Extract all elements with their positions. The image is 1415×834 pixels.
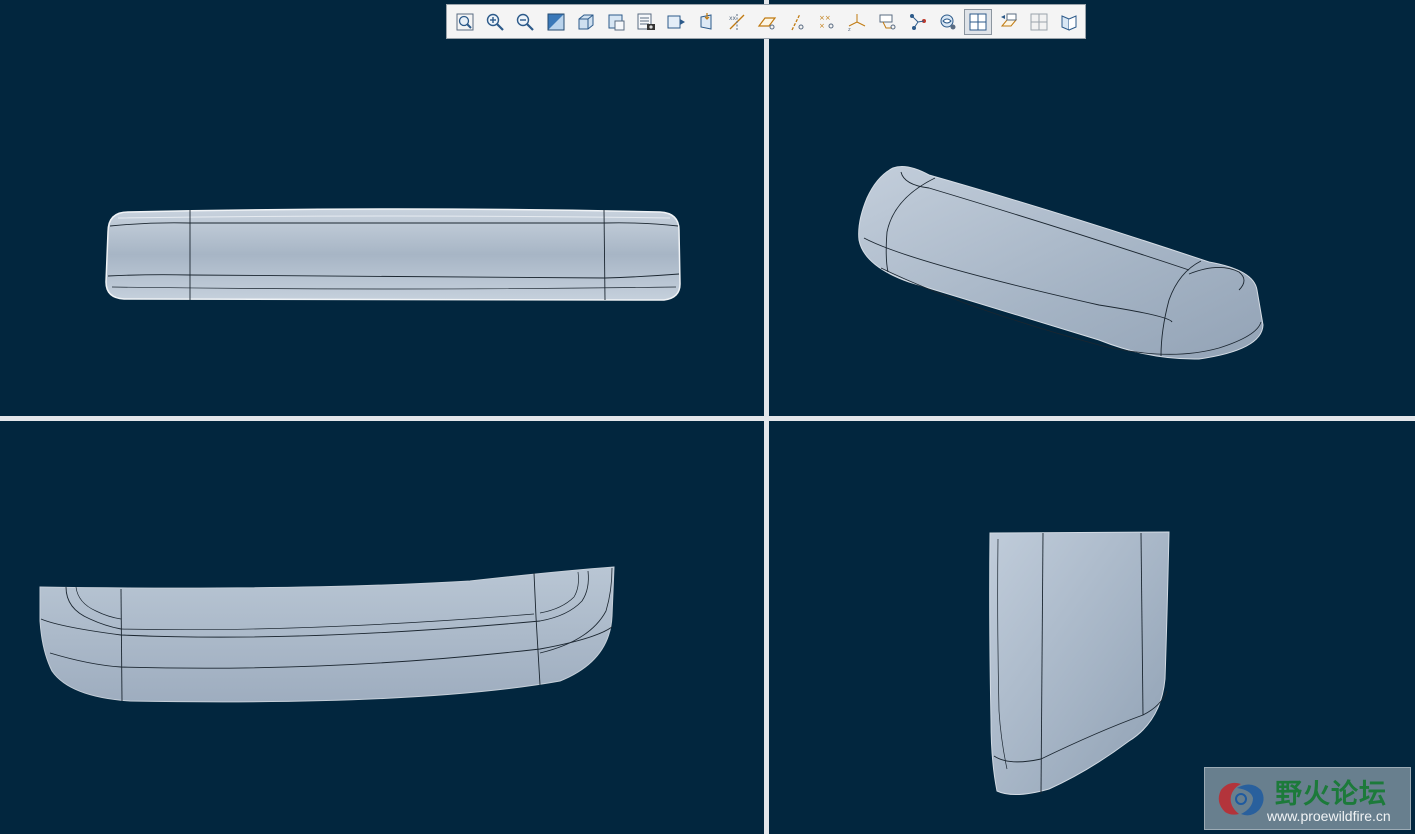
- display-style-button[interactable]: [572, 9, 600, 35]
- view-visibility-button[interactable]: [934, 9, 962, 35]
- annotation-display-icon: [879, 14, 896, 29]
- annotation-display-button[interactable]: [874, 9, 902, 35]
- multi-viewport-icon: [969, 13, 987, 30]
- section-view-icon: [1061, 14, 1077, 31]
- section-view-button[interactable]: [1055, 9, 1083, 35]
- svg-text:xx: xx: [729, 15, 737, 22]
- watermark-logo-icon: [1218, 782, 1264, 816]
- forum-watermark: 野火论坛 www.proewildfire.cn: [1204, 767, 1411, 830]
- saved-orientations-button[interactable]: [602, 9, 630, 35]
- datum-display-icon: xx: [729, 13, 745, 30]
- csys-display-button[interactable]: z: [843, 9, 871, 35]
- watermark-url: www.proewildfire.cn: [1267, 808, 1391, 824]
- perspective-button[interactable]: [693, 9, 721, 35]
- axis-display-icon: [791, 13, 804, 30]
- datum-display-button[interactable]: xx: [723, 9, 751, 35]
- spin-center-button[interactable]: [904, 9, 932, 35]
- flip-view-icon: [1001, 13, 1018, 26]
- multi-viewport-button[interactable]: [964, 8, 993, 35]
- point-display-icon: ×××: [819, 14, 834, 30]
- zoom-out-button[interactable]: [511, 9, 539, 35]
- model-view-top: [39, 566, 615, 703]
- model-view-front: [105, 208, 681, 301]
- refit-button[interactable]: [451, 9, 479, 35]
- repaint-icon: [547, 13, 565, 30]
- svg-text:×: ×: [819, 22, 825, 30]
- zoom-in-button[interactable]: [481, 9, 509, 35]
- viewport-top-left[interactable]: [0, 0, 764, 416]
- grid-view-button[interactable]: [1025, 9, 1053, 35]
- viewport-bottom-left[interactable]: [0, 421, 764, 834]
- refit-icon: [456, 13, 474, 30]
- view-toolbar: xx ×× × z: [446, 4, 1086, 39]
- watermark-title: 野火论坛: [1275, 779, 1387, 810]
- plane-display-button[interactable]: [753, 9, 781, 35]
- repaint-button[interactable]: [542, 9, 570, 35]
- appearance-icon: [667, 15, 686, 28]
- appearance-button[interactable]: [662, 9, 690, 35]
- view-visibility-icon: [940, 14, 956, 29]
- csys-display-icon: z: [848, 13, 866, 32]
- svg-text:××: ××: [819, 14, 831, 22]
- spin-center-icon: [909, 13, 926, 30]
- zoom-in-icon: [486, 13, 504, 31]
- svg-text:z: z: [848, 27, 851, 32]
- saved-orientations-icon: [608, 14, 625, 30]
- viewport-top-right[interactable]: [769, 0, 1415, 416]
- zoom-out-icon: [517, 13, 535, 31]
- plane-display-icon: [757, 16, 777, 29]
- flip-view-button[interactable]: [994, 9, 1022, 35]
- view-manager-icon: [637, 13, 656, 30]
- point-display-button[interactable]: ×× ×: [813, 9, 841, 35]
- view-manager-button[interactable]: [632, 9, 660, 35]
- axis-display-button[interactable]: [783, 9, 811, 35]
- perspective-icon: [700, 12, 711, 30]
- viewport-divider-horizontal[interactable]: [0, 416, 1415, 421]
- model-view-isometric: [858, 166, 1264, 360]
- display-style-icon: [578, 14, 594, 29]
- grid-view-icon: [1030, 13, 1048, 30]
